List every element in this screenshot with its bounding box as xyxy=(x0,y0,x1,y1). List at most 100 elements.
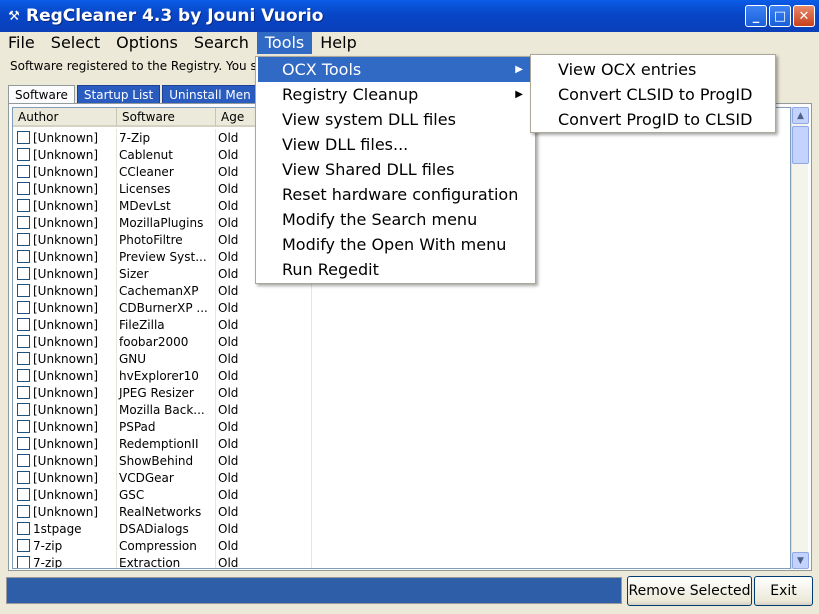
row-checkbox[interactable] xyxy=(17,199,30,212)
regcleaner-app-icon[interactable]: ⚒ xyxy=(6,8,22,24)
menu-options[interactable]: Options xyxy=(108,32,186,54)
table-row[interactable]: [Unknown] PSPad Old xyxy=(13,418,790,435)
menu-select[interactable]: Select xyxy=(43,32,108,54)
remove-selected-button[interactable]: Remove Selected xyxy=(627,576,752,606)
row-checkbox[interactable] xyxy=(17,505,30,518)
close-button[interactable]: ✕ xyxy=(793,5,815,27)
row-checkbox[interactable] xyxy=(17,556,30,568)
submenu-arrow-icon: ▶ xyxy=(515,89,523,100)
row-checkbox[interactable] xyxy=(17,284,30,297)
exit-button[interactable]: Exit xyxy=(754,576,813,606)
table-row[interactable]: [Unknown] hvExplorer10 Old xyxy=(13,367,790,384)
author-text: [Unknown] xyxy=(33,147,99,162)
menu-item-ocx-tools[interactable]: OCX Tools ▶ xyxy=(258,57,533,82)
maximize-button[interactable]: □ xyxy=(769,5,791,27)
row-checkbox[interactable] xyxy=(17,454,30,467)
row-checkbox[interactable] xyxy=(17,335,30,348)
minimize-button[interactable]: _ xyxy=(745,5,767,27)
menu-item-run-regedit[interactable]: Run Regedit xyxy=(258,257,533,282)
menu-item-clsid-to-progid[interactable]: Convert CLSID to ProgID xyxy=(533,82,773,107)
menu-item-view-system-dll[interactable]: View system DLL files xyxy=(258,107,533,132)
menu-bar: File Select Options Search Tools Help xyxy=(0,32,819,54)
row-checkbox[interactable] xyxy=(17,148,30,161)
author-text: [Unknown] xyxy=(33,453,99,468)
menu-help[interactable]: Help xyxy=(312,32,364,54)
table-row[interactable]: [Unknown] GNU Old xyxy=(13,350,790,367)
cell-software: Preview Syst... xyxy=(119,249,207,264)
cell-software: Extraction xyxy=(119,555,181,569)
table-row[interactable]: [Unknown] CachemanXP Old xyxy=(13,282,790,299)
tab-uninstall-menu[interactable]: Uninstall Men xyxy=(162,85,258,104)
table-row[interactable]: [Unknown] RedemptionII Old xyxy=(13,435,790,452)
table-row[interactable]: [Unknown] CDBurnerXP ... Old xyxy=(13,299,790,316)
menu-item-modify-open-with[interactable]: Modify the Open With menu xyxy=(258,232,533,257)
menu-file[interactable]: File xyxy=(0,32,43,54)
row-checkbox[interactable] xyxy=(17,420,30,433)
row-checkbox[interactable] xyxy=(17,233,30,246)
row-checkbox[interactable] xyxy=(17,352,30,365)
row-checkbox[interactable] xyxy=(17,386,30,399)
menu-item-label: Registry Cleanup xyxy=(282,85,419,104)
menu-item-progid-to-clsid[interactable]: Convert ProgID to CLSID xyxy=(533,107,773,132)
menu-item-modify-search[interactable]: Modify the Search menu xyxy=(258,207,533,232)
row-checkbox[interactable] xyxy=(17,488,30,501)
menu-search[interactable]: Search xyxy=(186,32,257,54)
menu-tools[interactable]: Tools xyxy=(256,32,313,54)
table-row[interactable]: [Unknown] Mozilla Back... Old xyxy=(13,401,790,418)
table-row[interactable]: [Unknown] GSC Old xyxy=(13,486,790,503)
table-row[interactable]: [Unknown] ShowBehind Old xyxy=(13,452,790,469)
row-checkbox[interactable] xyxy=(17,301,30,314)
cell-software: CCleaner xyxy=(119,164,174,179)
row-checkbox[interactable] xyxy=(17,216,30,229)
author-text: [Unknown] xyxy=(33,130,99,145)
column-software[interactable]: Software xyxy=(117,108,216,127)
menu-item-view-dll[interactable]: View DLL files... xyxy=(258,132,533,157)
table-row[interactable]: 7-zip Compression Old xyxy=(13,537,790,554)
row-checkbox[interactable] xyxy=(17,403,30,416)
table-row[interactable]: 1stpage DSADialogs Old xyxy=(13,520,790,537)
cell-age: Old xyxy=(218,368,239,383)
author-text: [Unknown] xyxy=(33,198,99,213)
row-checkbox[interactable] xyxy=(17,471,30,484)
menu-item-view-shared-dll[interactable]: View Shared DLL files xyxy=(258,157,533,182)
cell-author: [Unknown] xyxy=(13,165,117,179)
table-row[interactable]: [Unknown] FileZilla Old xyxy=(13,316,790,333)
table-row[interactable]: [Unknown] foobar2000 Old xyxy=(13,333,790,350)
row-checkbox[interactable] xyxy=(17,250,30,263)
menu-item-registry-cleanup[interactable]: Registry Cleanup ▶ xyxy=(258,82,533,107)
row-checkbox[interactable] xyxy=(17,369,30,382)
vertical-scrollbar[interactable]: ▲ ▼ xyxy=(791,107,809,569)
scroll-down-icon[interactable]: ▼ xyxy=(792,552,809,569)
row-checkbox[interactable] xyxy=(17,131,30,144)
author-text: [Unknown] xyxy=(33,351,99,366)
cell-author: [Unknown] xyxy=(13,352,117,366)
title-bar: ⚒ RegCleaner 4.3 by Jouni Vuorio _ □ ✕ xyxy=(0,0,819,32)
cell-author: [Unknown] xyxy=(13,233,117,247)
author-text: [Unknown] xyxy=(33,385,99,400)
row-checkbox[interactable] xyxy=(17,318,30,331)
tab-software[interactable]: Software xyxy=(8,85,75,104)
menu-item-view-ocx[interactable]: View OCX entries xyxy=(533,57,773,82)
scroll-up-icon[interactable]: ▲ xyxy=(792,107,809,124)
table-row[interactable]: [Unknown] VCDGear Old xyxy=(13,469,790,486)
tab-startup-list[interactable]: Startup List xyxy=(76,85,161,104)
row-checkbox[interactable] xyxy=(17,522,30,535)
cell-author: [Unknown] xyxy=(13,199,117,213)
row-checkbox[interactable] xyxy=(17,182,30,195)
menu-item-label: OCX Tools xyxy=(282,60,362,79)
cell-software: DSADialogs xyxy=(119,521,189,536)
table-row[interactable]: [Unknown] JPEG Resizer Old xyxy=(13,384,790,401)
scroll-thumb[interactable] xyxy=(792,126,809,164)
table-row[interactable]: 7-zip Extraction Old xyxy=(13,554,790,569)
table-row[interactable]: [Unknown] RealNetworks Old xyxy=(13,503,790,520)
row-checkbox[interactable] xyxy=(17,437,30,450)
author-text: 1stpage xyxy=(33,521,82,536)
row-checkbox[interactable] xyxy=(17,165,30,178)
menu-item-reset-hardware[interactable]: Reset hardware configuration xyxy=(258,182,533,207)
cell-software: MDevLst xyxy=(119,198,171,213)
cell-age: Old xyxy=(218,402,239,417)
column-author[interactable]: Author xyxy=(13,108,117,127)
row-checkbox[interactable] xyxy=(17,539,30,552)
cell-author: [Unknown] xyxy=(13,369,117,383)
row-checkbox[interactable] xyxy=(17,267,30,280)
